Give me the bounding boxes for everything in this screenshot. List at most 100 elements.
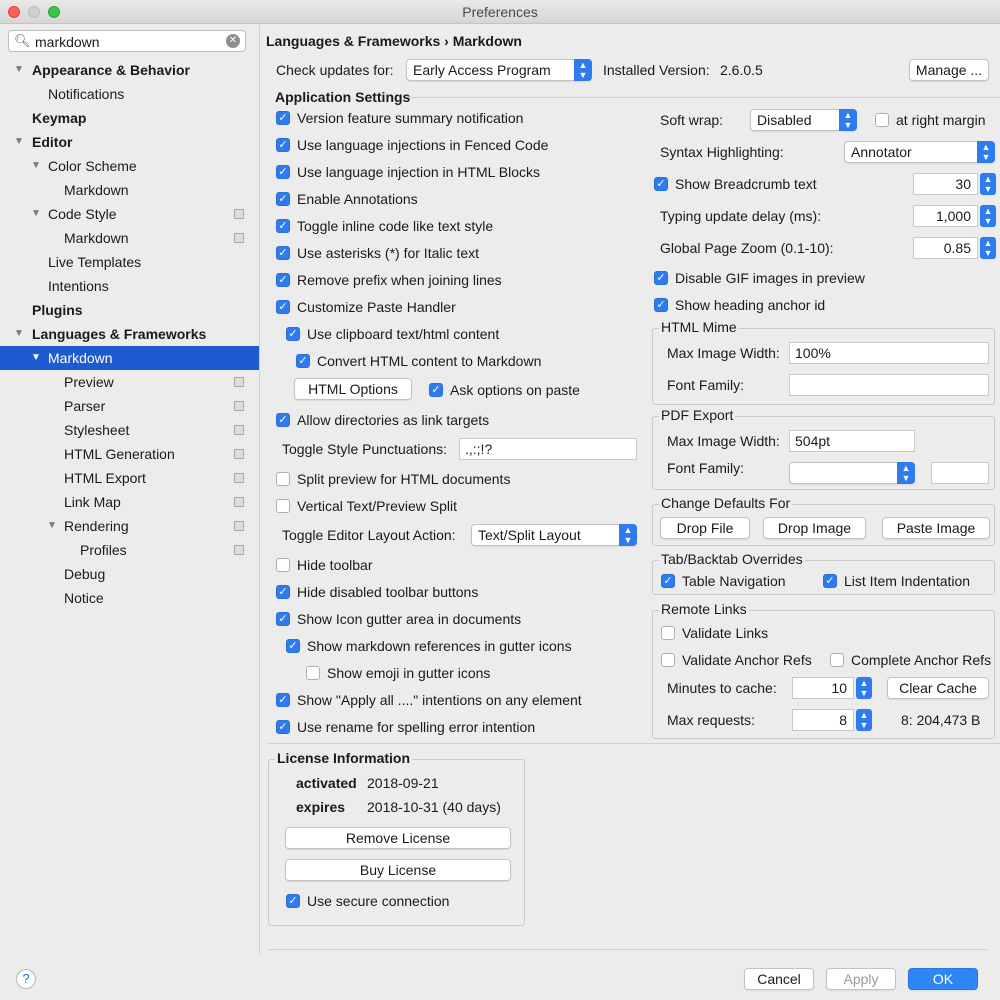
max-requests-spinner[interactable]: 8 ▲ ▼ xyxy=(792,709,872,731)
sidebar-item-debug[interactable]: Debug xyxy=(0,562,259,586)
sidebar-item-intentions[interactable]: Intentions xyxy=(0,274,259,298)
checkbox-check-icon: ✓ xyxy=(429,383,443,397)
page-zoom-value: 0.85 xyxy=(943,240,971,256)
layout-action-select[interactable]: Text/Split Layout ▲ ▼ xyxy=(471,524,637,546)
settings-panel: Languages & Frameworks › Markdown Check … xyxy=(261,25,1000,955)
clear-search-icon[interactable]: ✕ xyxy=(226,34,240,48)
manage-button[interactable]: Manage ... xyxy=(909,59,989,81)
minimize-window-icon[interactable] xyxy=(28,6,40,18)
group-title: Tab/Backtab Overrides xyxy=(659,551,805,567)
sidebar-item-profiles[interactable]: Profiles xyxy=(0,538,259,562)
checkbox-label: Show markdown references in gutter icons xyxy=(307,638,572,654)
sidebar-item-live-templates[interactable]: Live Templates xyxy=(0,250,259,274)
syntax-highlighting-select[interactable]: Annotator ▲ ▼ xyxy=(844,141,995,163)
sidebar-item-rendering[interactable]: ▼ Rendering xyxy=(0,514,259,538)
soft-wrap-value: Disabled xyxy=(757,112,812,128)
sidebar-item-label: Appearance & Behavior xyxy=(32,62,190,78)
section-divider xyxy=(267,743,1000,744)
spinner-arrows-icon[interactable]: ▲ ▼ xyxy=(856,677,872,699)
change-defaults-group: Change Defaults For Drop File Drop Image… xyxy=(652,495,995,546)
html-font-family-input[interactable] xyxy=(789,374,989,396)
installed-version-value: 2.6.0.5 xyxy=(720,62,763,78)
sidebar-item-stylesheet[interactable]: Stylesheet xyxy=(0,418,259,442)
sidebar-item-preview[interactable]: Preview xyxy=(0,370,259,394)
breadcrumb-spinner[interactable]: 30 ▲ ▼ xyxy=(913,173,996,195)
spinner-arrows-icon[interactable]: ▲ ▼ xyxy=(980,205,996,227)
sidebar-item-link-map[interactable]: Link Map xyxy=(0,490,259,514)
buy-license-button[interactable]: Buy License xyxy=(285,859,511,881)
spinner-arrows-icon[interactable]: ▲ ▼ xyxy=(856,709,872,731)
layout-action-label: Toggle Editor Layout Action: xyxy=(282,527,456,543)
sidebar-item-markdown-selected[interactable]: ▼ Markdown xyxy=(0,346,259,370)
checkbox-check-icon: ✓ xyxy=(276,720,290,734)
sidebar-item-languages[interactable]: ▼ Languages & Frameworks xyxy=(0,322,259,346)
spinner-arrows-icon[interactable]: ▲ ▼ xyxy=(980,173,996,195)
clear-cache-button[interactable]: Clear Cache xyxy=(887,677,989,699)
minutes-cache-spinner[interactable]: 10 ▲ ▼ xyxy=(792,677,872,699)
pdf-max-width-input[interactable]: 504pt xyxy=(789,430,915,452)
font-family-label: Font Family: xyxy=(667,460,745,476)
settings-sidebar: 🔍︎ markdown ✕ ▼ Appearance & Behavior Not… xyxy=(0,25,260,955)
pdf-export-group: PDF Export Max Image Width: 504pt Font F… xyxy=(652,407,995,490)
checkbox-label: Complete Anchor Refs xyxy=(851,652,992,668)
updown-arrow-icon: ▲ ▼ xyxy=(839,109,857,131)
apply-button[interactable]: Apply xyxy=(826,968,896,990)
drop-file-button[interactable]: Drop File xyxy=(660,517,750,539)
sidebar-item-html-generation[interactable]: HTML Generation xyxy=(0,442,259,466)
pdf-font-size-input[interactable] xyxy=(931,462,989,484)
sidebar-item-keymap[interactable]: Keymap xyxy=(0,106,259,130)
sidebar-item-html-export[interactable]: HTML Export xyxy=(0,466,259,490)
project-settings-icon xyxy=(234,401,244,411)
checkbox-check-icon: ✓ xyxy=(276,413,290,427)
typing-delay-spinner[interactable]: 1,000 ▲ ▼ xyxy=(913,205,996,227)
project-settings-icon xyxy=(234,497,244,507)
ok-button[interactable]: OK xyxy=(908,968,978,990)
sidebar-item-label: Link Map xyxy=(64,494,121,510)
checkbox-label: Show emoji in gutter icons xyxy=(327,665,491,681)
paste-image-button[interactable]: Paste Image xyxy=(882,517,990,539)
sidebar-item-color-scheme-markdown[interactable]: Markdown xyxy=(0,178,259,202)
sidebar-item-appearance[interactable]: ▼ Appearance & Behavior xyxy=(0,58,259,82)
sidebar-item-editor[interactable]: ▼ Editor xyxy=(0,130,259,154)
checkbox-label: Vertical Text/Preview Split xyxy=(297,498,458,514)
checkbox-check-icon: ✓ xyxy=(276,219,290,233)
zoom-window-icon[interactable] xyxy=(48,6,60,18)
search-input[interactable]: 🔍︎ markdown ✕ xyxy=(8,30,246,52)
checkbox-label: Convert HTML content to Markdown xyxy=(317,353,542,369)
breadcrumb: Languages & Frameworks › Markdown xyxy=(266,33,522,49)
footer-divider xyxy=(268,949,987,950)
sidebar-item-notifications[interactable]: Notifications xyxy=(0,82,259,106)
sidebar-item-plugins[interactable]: Plugins xyxy=(0,298,259,322)
pdf-font-family-select[interactable]: ▲ ▼ xyxy=(789,462,915,484)
project-settings-icon xyxy=(234,545,244,555)
spinner-arrows-icon[interactable]: ▲ ▼ xyxy=(980,237,996,259)
checkbox-label: Remove prefix when joining lines xyxy=(297,272,502,288)
drop-image-button[interactable]: Drop Image xyxy=(763,517,866,539)
soft-wrap-select[interactable]: Disabled ▲ ▼ xyxy=(750,109,857,131)
chevron-down-icon: ▼ xyxy=(31,160,41,171)
html-max-width-input[interactable]: 100% xyxy=(789,342,989,364)
checkbox-check-icon: ✓ xyxy=(276,693,290,707)
checkbox-label: Customize Paste Handler xyxy=(297,299,456,315)
checkbox-label: Disable GIF images in preview xyxy=(675,270,865,286)
check-updates-select[interactable]: Early Access Program ▲ ▼ xyxy=(406,59,592,81)
checkbox-label: Ask options on paste xyxy=(450,382,580,398)
sidebar-item-code-style[interactable]: ▼ Code Style xyxy=(0,202,259,226)
sidebar-item-code-style-markdown[interactable]: Markdown xyxy=(0,226,259,250)
remove-license-button[interactable]: Remove License xyxy=(285,827,511,849)
sidebar-item-notice[interactable]: Notice xyxy=(0,586,259,610)
sidebar-item-parser[interactable]: Parser xyxy=(0,394,259,418)
close-window-icon[interactable] xyxy=(8,6,20,18)
group-title: License Information xyxy=(275,750,413,766)
font-family-label: Font Family: xyxy=(667,377,745,393)
checkbox-label: Version feature summary notification xyxy=(297,110,524,126)
sidebar-item-color-scheme[interactable]: ▼ Color Scheme xyxy=(0,154,259,178)
page-zoom-spinner[interactable]: 0.85 ▲ ▼ xyxy=(913,237,996,259)
html-options-button[interactable]: HTML Options xyxy=(294,378,412,400)
sidebar-item-label: Live Templates xyxy=(48,254,142,270)
checkbox-empty-icon xyxy=(276,499,290,513)
help-icon[interactable]: ? xyxy=(16,969,36,989)
punctuations-input[interactable]: .,:;!? xyxy=(459,438,637,460)
cancel-button[interactable]: Cancel xyxy=(744,968,814,990)
checkbox-empty-icon xyxy=(306,666,320,680)
